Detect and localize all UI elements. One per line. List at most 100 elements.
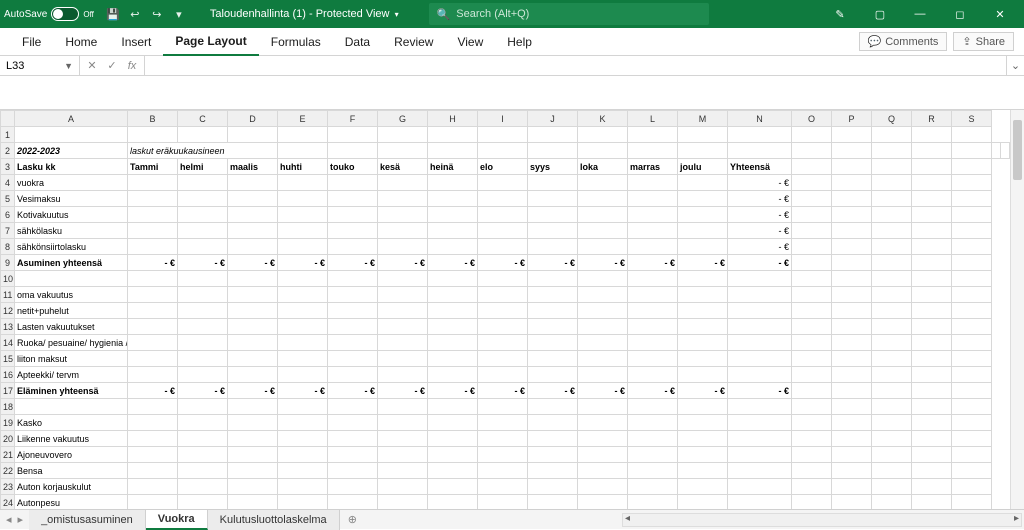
label-cell[interactable]: sähkölasku bbox=[15, 223, 128, 239]
tab-page-layout[interactable]: Page Layout bbox=[163, 28, 258, 56]
minimize-icon[interactable]: — bbox=[900, 0, 940, 28]
tab-review[interactable]: Review bbox=[382, 28, 445, 56]
label-cell[interactable] bbox=[15, 399, 128, 415]
horizontal-scrollbar[interactable] bbox=[622, 513, 1022, 527]
col-header-L[interactable]: L bbox=[628, 111, 678, 127]
row-header-14[interactable]: 14 bbox=[1, 335, 15, 351]
label-cell[interactable]: Kasko bbox=[15, 415, 128, 431]
autosave-toggle[interactable]: AutoSave Off bbox=[4, 7, 94, 21]
col-header-C[interactable]: C bbox=[178, 111, 228, 127]
header-cell[interactable]: Yhteensä bbox=[728, 159, 792, 175]
fx-icon[interactable]: fx bbox=[124, 60, 140, 72]
sum-cell[interactable]: - € bbox=[678, 383, 728, 399]
row-header-16[interactable]: 16 bbox=[1, 367, 15, 383]
label-cell[interactable]: sähkönsiirtolasku bbox=[15, 239, 128, 255]
label-cell[interactable]: Eläminen yhteensä bbox=[15, 383, 128, 399]
maximize-icon[interactable]: ◻ bbox=[940, 0, 980, 28]
spreadsheet-grid[interactable]: ABCDEFGHIJKLMNOPQRS122022-2023laskut erä… bbox=[0, 110, 1024, 509]
row-header-19[interactable]: 19 bbox=[1, 415, 15, 431]
row-header-23[interactable]: 23 bbox=[1, 479, 15, 495]
search-box[interactable]: 🔍 Search (Alt+Q) bbox=[429, 3, 709, 25]
row-header-9[interactable]: 9 bbox=[1, 255, 15, 271]
header-cell[interactable]: helmi bbox=[178, 159, 228, 175]
select-all-corner[interactable] bbox=[1, 111, 15, 127]
label-cell[interactable]: Vesimaksu bbox=[15, 191, 128, 207]
sum-cell[interactable]: - € bbox=[578, 255, 628, 271]
sum-cell[interactable]: - € bbox=[528, 383, 578, 399]
header-cell[interactable]: joulu bbox=[678, 159, 728, 175]
sheet-tab-_omistusasuminen[interactable]: _omistusasuminen bbox=[29, 510, 146, 530]
tab-home[interactable]: Home bbox=[53, 28, 109, 56]
pen-icon[interactable]: ✎ bbox=[820, 0, 860, 28]
row-header-10[interactable]: 10 bbox=[1, 271, 15, 287]
expand-formula-icon[interactable]: ⌄ bbox=[1006, 56, 1024, 75]
sum-cell[interactable]: - € bbox=[278, 255, 328, 271]
row-header-2[interactable]: 2 bbox=[1, 143, 15, 159]
label-cell[interactable]: netit+puhelut bbox=[15, 303, 128, 319]
label-cell[interactable]: Ajoneuvovero bbox=[15, 447, 128, 463]
header-cell[interactable]: huhti bbox=[278, 159, 328, 175]
col-header-K[interactable]: K bbox=[578, 111, 628, 127]
sum-cell[interactable]: - € bbox=[678, 255, 728, 271]
col-header-P[interactable]: P bbox=[832, 111, 872, 127]
label-cell[interactable]: Auton korjauskulut bbox=[15, 479, 128, 495]
share-button[interactable]: ⇪ Share bbox=[953, 32, 1014, 51]
total-cell[interactable]: - € bbox=[728, 191, 792, 207]
cancel-formula-icon[interactable]: ✕ bbox=[84, 59, 100, 72]
header-cell[interactable]: Lasku kk bbox=[15, 159, 128, 175]
redo-icon[interactable]: ↪ bbox=[146, 3, 168, 25]
sheet-tab-kulutusluottolaskelma[interactable]: Kulutusluottolaskelma bbox=[208, 510, 340, 530]
total-cell[interactable]: - € bbox=[728, 239, 792, 255]
row-header-13[interactable]: 13 bbox=[1, 319, 15, 335]
label-cell[interactable]: Ruoka/ pesuaine/ hygienia / kosmetiikka,… bbox=[15, 335, 128, 351]
header-cell[interactable]: marras bbox=[628, 159, 678, 175]
col-header-B[interactable]: B bbox=[128, 111, 178, 127]
col-header-J[interactable]: J bbox=[528, 111, 578, 127]
col-header-H[interactable]: H bbox=[428, 111, 478, 127]
header-cell[interactable]: syys bbox=[528, 159, 578, 175]
row-header-20[interactable]: 20 bbox=[1, 431, 15, 447]
undo-icon[interactable]: ↩ bbox=[124, 3, 146, 25]
row-header-8[interactable]: 8 bbox=[1, 239, 15, 255]
total-cell[interactable]: - € bbox=[728, 207, 792, 223]
vertical-scrollbar[interactable] bbox=[1010, 110, 1024, 509]
sum-cell[interactable]: - € bbox=[128, 255, 178, 271]
col-header-N[interactable]: N bbox=[728, 111, 792, 127]
period-cell[interactable]: 2022-2023 bbox=[15, 143, 128, 159]
sum-cell[interactable]: - € bbox=[378, 383, 428, 399]
label-cell[interactable] bbox=[15, 271, 128, 287]
row-header-3[interactable]: 3 bbox=[1, 159, 15, 175]
chevron-down-icon[interactable]: ▼ bbox=[64, 61, 73, 71]
col-header-A[interactable]: A bbox=[15, 111, 128, 127]
row-header-15[interactable]: 15 bbox=[1, 351, 15, 367]
col-header-M[interactable]: M bbox=[678, 111, 728, 127]
comments-button[interactable]: 💬 Comments bbox=[859, 32, 948, 51]
sum-cell[interactable]: - € bbox=[478, 383, 528, 399]
sum-cell[interactable]: - € bbox=[178, 383, 228, 399]
sum-cell[interactable]: - € bbox=[428, 383, 478, 399]
row-header-7[interactable]: 7 bbox=[1, 223, 15, 239]
sum-cell[interactable]: - € bbox=[328, 383, 378, 399]
save-icon[interactable]: 💾 bbox=[102, 3, 124, 25]
qat-dropdown-icon[interactable]: ▾ bbox=[168, 3, 190, 25]
total-cell[interactable]: - € bbox=[728, 175, 792, 191]
sum-cell[interactable]: - € bbox=[528, 255, 578, 271]
col-header-O[interactable]: O bbox=[792, 111, 832, 127]
formula-input[interactable] bbox=[145, 56, 1006, 75]
sum-cell[interactable]: - € bbox=[278, 383, 328, 399]
header-cell[interactable]: maalis bbox=[228, 159, 278, 175]
header-cell[interactable]: touko bbox=[328, 159, 378, 175]
row-header-12[interactable]: 12 bbox=[1, 303, 15, 319]
note-cell[interactable]: laskut eräkuukausineen bbox=[128, 143, 278, 159]
tab-help[interactable]: Help bbox=[495, 28, 544, 56]
col-header-R[interactable]: R bbox=[912, 111, 952, 127]
label-cell[interactable]: Autonpesu bbox=[15, 495, 128, 510]
tab-formulas[interactable]: Formulas bbox=[259, 28, 333, 56]
col-header-E[interactable]: E bbox=[278, 111, 328, 127]
row-header-17[interactable]: 17 bbox=[1, 383, 15, 399]
confirm-formula-icon[interactable]: ✓ bbox=[104, 59, 120, 72]
tab-insert[interactable]: Insert bbox=[109, 28, 163, 56]
col-header-F[interactable]: F bbox=[328, 111, 378, 127]
sum-cell[interactable]: - € bbox=[628, 383, 678, 399]
toggle-switch[interactable] bbox=[51, 7, 79, 21]
